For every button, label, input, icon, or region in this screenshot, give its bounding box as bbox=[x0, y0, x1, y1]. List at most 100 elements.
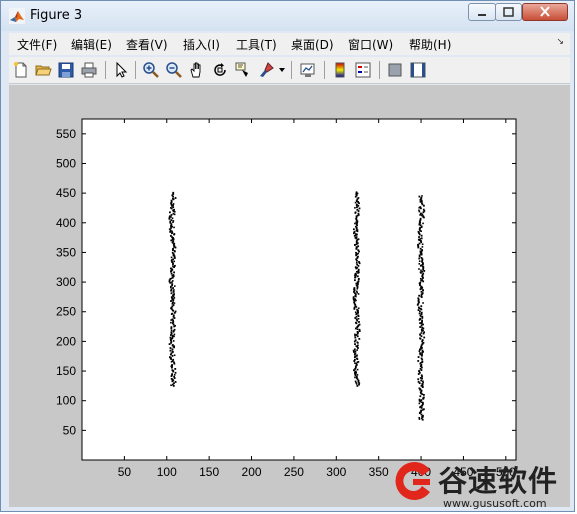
data-point bbox=[355, 246, 358, 248]
menu-edit[interactable]: 编辑(E) bbox=[71, 36, 112, 53]
menu-window[interactable]: 窗口(W) bbox=[348, 36, 393, 53]
data-point bbox=[419, 307, 422, 310]
open-file-icon[interactable] bbox=[34, 61, 52, 79]
data-point bbox=[420, 237, 423, 240]
zoom-out-icon[interactable] bbox=[165, 61, 183, 79]
data-point bbox=[358, 207, 361, 210]
x-tick-label: 200 bbox=[242, 465, 262, 479]
hide-plot-tools-icon[interactable] bbox=[386, 61, 404, 79]
x-tick-label: 350 bbox=[369, 465, 389, 479]
data-point bbox=[417, 378, 420, 381]
data-point bbox=[356, 384, 359, 387]
data-point bbox=[356, 349, 358, 351]
rotate-3d-icon[interactable] bbox=[211, 61, 229, 79]
data-point bbox=[419, 281, 422, 284]
close-button[interactable] bbox=[522, 3, 568, 21]
menu-desktop[interactable]: 桌面(D) bbox=[291, 36, 334, 53]
data-point bbox=[356, 354, 358, 357]
data-point bbox=[418, 268, 420, 270]
menu-tools[interactable]: 工具(T) bbox=[236, 36, 277, 53]
menu-view[interactable]: 查看(V) bbox=[126, 36, 168, 53]
data-point bbox=[171, 373, 173, 376]
data-point bbox=[173, 382, 175, 385]
print-figure-icon[interactable] bbox=[80, 61, 98, 79]
data-point bbox=[173, 302, 176, 304]
menu-insert[interactable]: 插入(I) bbox=[183, 36, 220, 53]
data-point bbox=[168, 356, 171, 359]
data-point bbox=[172, 314, 175, 317]
y-tick-label: 150 bbox=[56, 364, 76, 378]
maximize-button[interactable] bbox=[495, 3, 522, 21]
data-point bbox=[172, 265, 174, 268]
dock-arrow-icon[interactable]: ↘ bbox=[556, 37, 564, 47]
figure-canvas: 50 100 150 200 250 300 350 400 450 500 50 100 150 200… bbox=[9, 85, 570, 507]
data-point bbox=[354, 211, 357, 214]
data-point bbox=[354, 339, 357, 342]
insert-colorbar-icon[interactable] bbox=[331, 61, 349, 79]
data-point bbox=[422, 393, 425, 396]
menu-help[interactable]: 帮助(H) bbox=[409, 36, 451, 53]
data-point bbox=[418, 209, 420, 212]
x-tick-label: 300 bbox=[326, 465, 346, 479]
y-tick-label: 550 bbox=[56, 127, 76, 141]
save-figure-icon[interactable] bbox=[57, 61, 75, 79]
brush-icon[interactable] bbox=[258, 61, 276, 79]
plot-axes[interactable]: 50 100 150 200 250 300 350 400 450 500 50 100 150 200… bbox=[9, 85, 570, 507]
data-point bbox=[172, 197, 174, 200]
data-point bbox=[421, 246, 424, 248]
data-point bbox=[419, 395, 422, 398]
zoom-in-icon[interactable] bbox=[142, 61, 160, 79]
data-point bbox=[170, 329, 173, 332]
data-point bbox=[417, 360, 420, 362]
insert-legend-icon[interactable] bbox=[354, 61, 372, 79]
data-point bbox=[418, 398, 421, 401]
show-plot-tools-icon[interactable] bbox=[409, 61, 427, 79]
new-figure-icon[interactable] bbox=[12, 61, 30, 79]
data-point bbox=[355, 290, 358, 293]
data-point bbox=[357, 197, 360, 199]
data-point bbox=[171, 251, 174, 254]
data-point bbox=[354, 321, 357, 324]
data-point bbox=[174, 197, 177, 199]
data-point bbox=[170, 214, 173, 216]
data-point bbox=[419, 322, 422, 325]
data-cursor-icon[interactable] bbox=[234, 61, 252, 79]
data-point bbox=[355, 191, 358, 193]
data-point bbox=[173, 250, 176, 252]
menu-file[interactable]: 文件(F) bbox=[17, 36, 57, 53]
data-point bbox=[354, 266, 357, 269]
data-point bbox=[170, 207, 172, 209]
menu-bar: 文件(F) 编辑(E) 查看(V) 插入(I) 工具(T) 桌面(D) 窗口(W… bbox=[9, 33, 570, 55]
minimize-button[interactable] bbox=[468, 3, 496, 21]
edit-plot-icon[interactable] bbox=[112, 61, 130, 79]
matlab-logo-icon bbox=[9, 8, 25, 24]
data-point bbox=[170, 326, 173, 329]
data-point bbox=[354, 311, 357, 314]
toolbar-separator bbox=[135, 61, 136, 79]
data-point bbox=[169, 347, 172, 349]
data-point bbox=[174, 371, 177, 374]
window-title: Figure 3 bbox=[30, 8, 83, 23]
data-point bbox=[422, 380, 424, 383]
title-bar: Figure 3 bbox=[1, 1, 574, 31]
data-point bbox=[419, 337, 421, 339]
data-point bbox=[173, 271, 175, 274]
data-point bbox=[357, 255, 359, 258]
pan-icon[interactable] bbox=[188, 61, 206, 79]
data-point bbox=[169, 215, 171, 218]
data-point bbox=[423, 408, 425, 411]
data-point bbox=[173, 293, 175, 295]
data-point bbox=[171, 334, 174, 337]
data-point bbox=[171, 354, 174, 357]
data-point bbox=[354, 376, 356, 379]
data-point bbox=[418, 402, 421, 405]
data-point bbox=[420, 374, 423, 377]
data-point bbox=[419, 271, 422, 274]
data-point bbox=[173, 375, 176, 378]
watermark-url: www.gususoft.com bbox=[443, 497, 547, 510]
link-plot-icon[interactable] bbox=[299, 61, 317, 79]
data-point bbox=[169, 349, 172, 352]
brush-dropdown-icon[interactable] bbox=[279, 67, 285, 73]
data-point bbox=[357, 212, 360, 215]
data-point bbox=[356, 341, 359, 344]
